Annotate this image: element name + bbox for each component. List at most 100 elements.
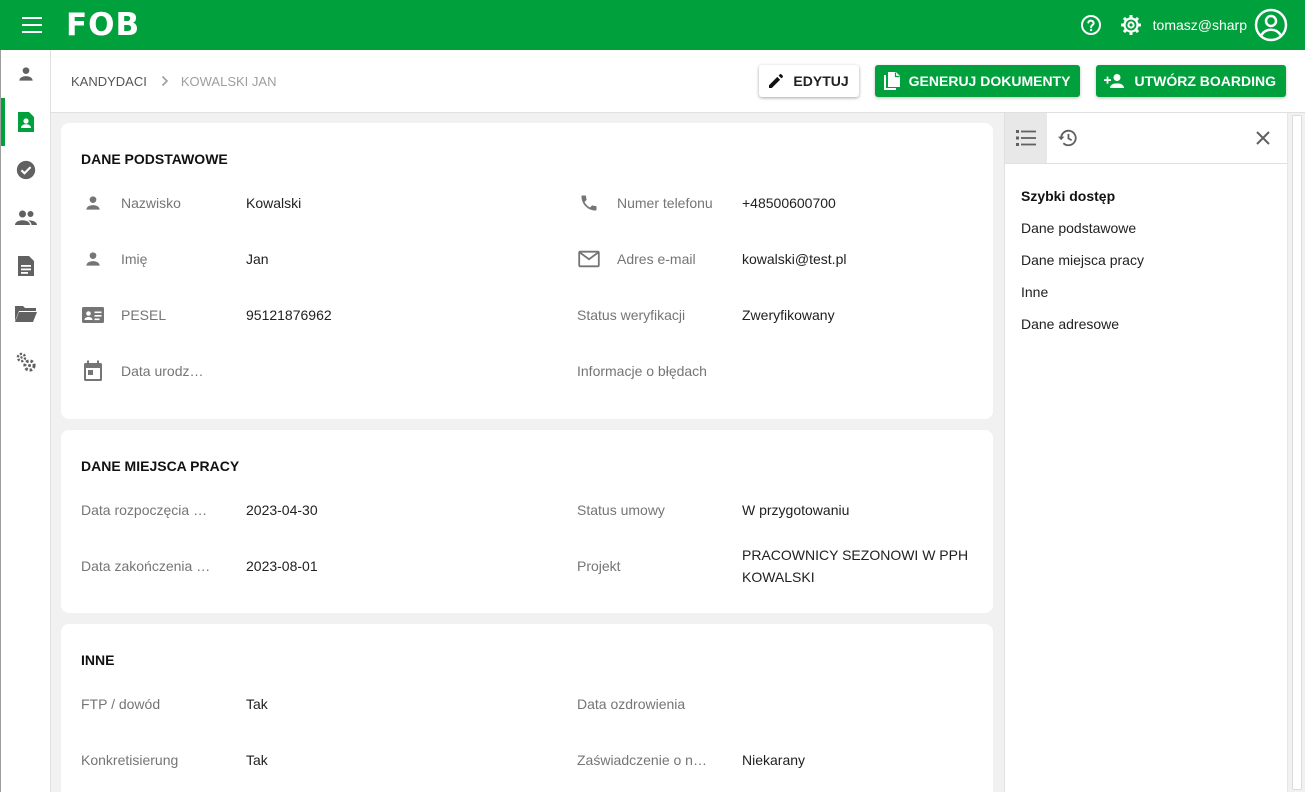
- section-basic-data: DANE PODSTAWOWE Nazwisko Kowalski Imię J…: [61, 123, 993, 419]
- id-card-icon: [82, 307, 104, 323]
- breadcrumb: KANDYDACI KOWALSKI JAN: [51, 74, 276, 89]
- field-errors: Informacje o błędach: [577, 359, 742, 383]
- field-value: Tak: [246, 752, 268, 768]
- field-first-name: Imię Jan: [81, 247, 269, 271]
- sidebar-item-candidates[interactable]: [1, 98, 51, 146]
- field-value: +48500600700: [742, 195, 836, 211]
- page-scrollbar[interactable]: [1287, 113, 1305, 792]
- side-nav: [0, 50, 51, 792]
- gear-icon: [1120, 15, 1141, 35]
- field-end-date: Data zakończenia umowy 2023-08-01: [81, 554, 318, 578]
- quick-link-basic[interactable]: Dane podstawowe: [1021, 220, 1136, 236]
- field-phone: Numer telefonu +48500600700: [577, 191, 836, 215]
- calendar-icon: [84, 360, 102, 381]
- quick-link-address[interactable]: Dane adresowe: [1021, 316, 1119, 332]
- field-label: Status weryfikacji: [577, 307, 686, 323]
- field-project: Projekt PRACOWNICY SEZONOWI W PPH KOWALS…: [577, 547, 972, 585]
- edit-button-label: EDYTUJ: [793, 73, 849, 89]
- user-email[interactable]: tomasz@sharp: [1153, 17, 1247, 33]
- sidebar-item-person[interactable]: [1, 50, 51, 98]
- list-icon: [1016, 130, 1036, 146]
- field-label: Nazwisko: [121, 195, 181, 211]
- file-copy-icon: [883, 72, 900, 90]
- sidebar-item-groups[interactable]: [1, 194, 51, 242]
- field-certificate: Zaświadczenie o niekaralności Niekarany: [577, 748, 805, 772]
- field-contract-status: Status umowy W przygotowaniu: [577, 498, 849, 522]
- panel-tabs: [1005, 113, 1287, 164]
- field-value: 95121876962: [246, 307, 332, 323]
- field-value: Niekarany: [742, 752, 806, 768]
- field-label: Data urodzenia: [121, 363, 206, 379]
- scrollbar-thumb[interactable]: [1292, 115, 1302, 790]
- breadcrumb-current: KOWALSKI JAN: [180, 73, 277, 89]
- mail-icon: [578, 250, 600, 268]
- field-label: Data rozpoczęcia umowy: [81, 502, 211, 518]
- field-pesel: PESEL 95121876962: [81, 303, 332, 327]
- app-logo[interactable]: FOB: [66, 7, 140, 43]
- history-icon: [1058, 129, 1077, 147]
- pencil-icon: [769, 74, 784, 88]
- help-button[interactable]: [1071, 5, 1111, 45]
- field-label: Status umowy: [577, 502, 665, 518]
- menu-icon: [22, 17, 42, 33]
- chevron-right-icon: [161, 75, 169, 87]
- sidebar-item-settings[interactable]: [1, 338, 51, 386]
- help-icon: [1080, 15, 1101, 35]
- field-surname: Nazwisko Kowalski: [81, 191, 301, 215]
- app-bar: FOB tomasz@sharp: [0, 0, 1305, 50]
- tab-history[interactable]: [1047, 113, 1089, 163]
- quick-access-heading: Szybki dostęp: [1021, 188, 1116, 204]
- field-label: Informacje o błędach: [577, 363, 707, 379]
- description-icon: [18, 256, 34, 276]
- settings-gears-icon: [16, 352, 36, 372]
- person-icon: [19, 67, 33, 81]
- close-panel-button[interactable]: [1251, 126, 1275, 150]
- section-title: DANE MIEJSCA PRACY: [81, 458, 240, 474]
- field-label: Adres e-mail: [617, 251, 696, 267]
- create-boarding-label: UTWÓRZ BOARDING: [1134, 73, 1276, 89]
- page-toolbar: KANDYDACI KOWALSKI JAN EDYTUJ GENERUJ DO…: [51, 50, 1305, 113]
- field-value: 2023-04-30: [246, 502, 318, 518]
- field-value: kowalski@test.pl: [742, 251, 847, 267]
- quick-access-panel: Szybki dostęp Dane podstawowe Dane miejs…: [1004, 113, 1287, 792]
- field-label: PESEL: [121, 307, 167, 323]
- field-konkretisierung: Konkretisierung Tak: [81, 748, 268, 772]
- person-icon: [86, 252, 100, 266]
- menu-button[interactable]: [0, 0, 66, 50]
- sidebar-item-approvals[interactable]: [1, 146, 51, 194]
- tab-quick-access[interactable]: [1005, 113, 1047, 163]
- people-icon: [15, 210, 37, 225]
- edit-button[interactable]: EDYTUJ: [759, 65, 859, 97]
- field-email: Adres e-mail kowalski@test.pl: [577, 247, 846, 271]
- field-value: Jan: [246, 251, 269, 267]
- field-recovery-date: Data ozdrowienia: [577, 692, 742, 716]
- check-circle-icon: [16, 160, 36, 180]
- field-label: Data ozdrowienia: [577, 696, 686, 712]
- field-label: Data zakończenia umowy: [81, 558, 213, 574]
- field-label: Zaświadczenie o niekaralności: [577, 752, 707, 768]
- sidebar-item-documents[interactable]: [1, 242, 51, 290]
- generate-documents-button[interactable]: GENERUJ DOKUMENTY: [874, 65, 1081, 97]
- sidebar-item-folders[interactable]: [1, 290, 51, 338]
- field-value: Zweryfikowany: [742, 307, 835, 323]
- field-value: PRACOWNICY SEZONOWI W PPH KOWALSKI: [742, 547, 969, 585]
- create-boarding-button[interactable]: UTWÓRZ BOARDING: [1096, 65, 1286, 97]
- section-workplace: DANE MIEJSCA PRACY Data rozpoczęcia umow…: [61, 430, 993, 613]
- field-start-date: Data rozpoczęcia umowy 2023-04-30: [81, 498, 318, 522]
- settings-button[interactable]: [1111, 5, 1151, 45]
- field-value: 2023-08-01: [246, 558, 318, 574]
- account-circle-icon: [1254, 8, 1288, 42]
- section-other: INNE FTP / dowód Tak Konkretisierung Tak…: [61, 624, 993, 792]
- field-label: Projekt: [577, 558, 621, 574]
- avatar[interactable]: [1253, 7, 1289, 43]
- person-add-icon: [1104, 74, 1125, 88]
- phone-icon: [581, 195, 597, 211]
- field-label: Imię: [121, 251, 148, 267]
- quick-link-other[interactable]: Inne: [1021, 284, 1048, 300]
- breadcrumb-root[interactable]: KANDYDACI: [71, 74, 147, 89]
- field-birth-date: Data urodzenia: [81, 359, 206, 383]
- field-label: Numer telefonu: [617, 195, 713, 211]
- quick-link-workplace[interactable]: Dane miejsca pracy: [1021, 252, 1144, 268]
- assignment-ind-icon: [18, 112, 34, 132]
- person-icon: [86, 196, 100, 210]
